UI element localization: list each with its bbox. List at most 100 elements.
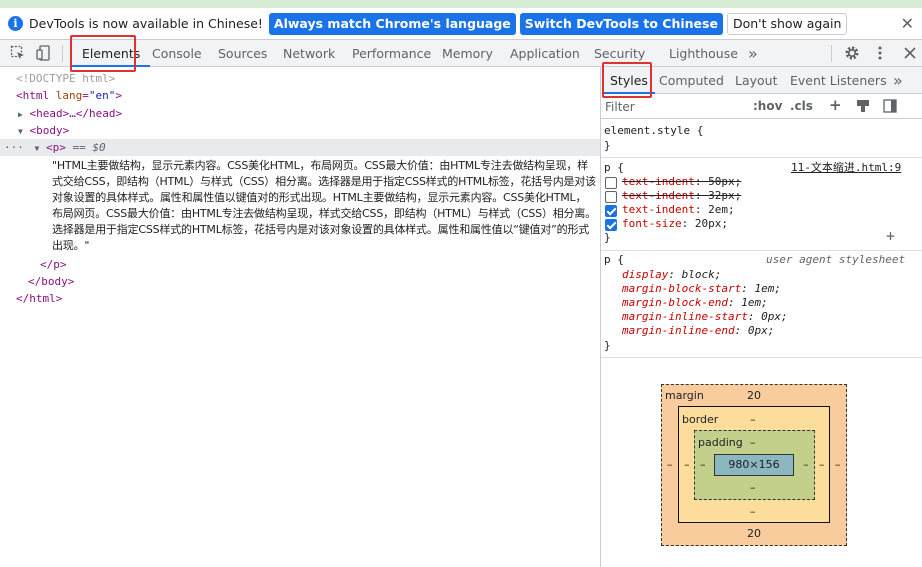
- author-p-rule[interactable]: p { 11-文本缩进.html:9 text-indent: 50px; te…: [601, 159, 922, 249]
- gear-icon[interactable]: [844, 45, 860, 61]
- source-link-text[interactable]: 11-文本缩进.html:9: [791, 161, 901, 174]
- match-language-button[interactable]: Always match Chrome's language: [268, 12, 516, 35]
- box-model-content[interactable]: 980×156: [714, 454, 794, 476]
- property-checkbox[interactable]: [605, 177, 617, 189]
- doctype-text: <!DOCTYPE html>: [16, 72, 116, 85]
- property-row[interactable]: text-indent: 32px;: [622, 189, 741, 203]
- padding-right-value[interactable]: –: [803, 458, 809, 471]
- kebab-menu-icon[interactable]: [872, 45, 888, 61]
- property-value: 20px: [694, 217, 722, 230]
- rule-divider: [601, 157, 922, 158]
- user-agent-p-rule[interactable]: p { user agent stylesheet display: block…: [601, 253, 922, 358]
- tab-console[interactable]: Console: [152, 40, 202, 67]
- property-value: 0px: [761, 310, 781, 323]
- doctype-node[interactable]: <!DOCTYPE html>: [16, 70, 115, 87]
- border-label: border: [682, 413, 719, 426]
- margin-bottom-value[interactable]: 20: [747, 527, 761, 540]
- paint-brush-icon[interactable]: [856, 99, 872, 115]
- margin-left-value[interactable]: –: [667, 458, 673, 471]
- tab-sources[interactable]: Sources: [218, 40, 267, 67]
- more-tabs-icon[interactable]: »: [748, 40, 758, 67]
- padding-left-value[interactable]: –: [700, 458, 706, 471]
- elements-dom-tree: <!DOCTYPE html> <html lang="en"> ▶ <head…: [0, 68, 600, 567]
- property-row[interactable]: text-indent: 50px;: [622, 175, 741, 189]
- collapse-triangle-icon[interactable]: ▼: [18, 127, 23, 136]
- property-row: margin-inline-start: 0px;: [622, 310, 788, 323]
- property-row: margin-inline-end: 0px;: [622, 324, 775, 337]
- property-checkbox[interactable]: [605, 205, 617, 217]
- border-bottom-value[interactable]: –: [750, 505, 756, 518]
- property-value: 1em: [741, 296, 762, 309]
- property-checkbox[interactable]: [605, 191, 617, 203]
- tab-network[interactable]: Network: [283, 40, 335, 67]
- new-rule-icon[interactable]: +: [829, 96, 842, 114]
- border-right-value[interactable]: –: [819, 458, 825, 471]
- selected-marker: == $0: [72, 141, 106, 154]
- property-name: font-size: [622, 217, 682, 230]
- tab-lighthouse[interactable]: Lighthouse: [669, 40, 738, 67]
- property-row[interactable]: font-size: 20px;: [622, 217, 728, 231]
- class-toggle[interactable]: .cls: [790, 99, 813, 113]
- p-tag: <p>: [45, 141, 66, 154]
- info-icon: i: [8, 16, 23, 31]
- border-top-value[interactable]: –: [750, 413, 756, 426]
- property-name: text-indent: [622, 203, 695, 216]
- property-row[interactable]: text-indent: 2em;: [622, 203, 735, 217]
- tab-performance[interactable]: Performance: [352, 40, 431, 67]
- add-property-icon[interactable]: +: [886, 229, 895, 244]
- expand-triangle-icon[interactable]: ▶: [18, 110, 23, 119]
- property-value: 0px: [747, 324, 768, 337]
- html-tag-close: >: [115, 89, 122, 102]
- element-style-rule[interactable]: element.style { }: [601, 122, 922, 156]
- body-node[interactable]: ▼ <body>: [18, 122, 69, 139]
- body-close-tag: </body>: [28, 275, 75, 288]
- device-toolbar-icon[interactable]: [36, 45, 52, 61]
- more-sidebar-tabs-icon[interactable]: »: [893, 67, 903, 94]
- border-left-value[interactable]: –: [684, 458, 690, 471]
- dont-show-again-button[interactable]: Don't show again: [726, 12, 848, 35]
- body-tag: <body>: [29, 124, 70, 137]
- tab-computed[interactable]: Computed: [659, 67, 724, 94]
- p-close-node[interactable]: </p>: [40, 256, 67, 273]
- property-name: margin-inline-start: [622, 310, 748, 323]
- tab-memory[interactable]: Memory: [442, 40, 493, 67]
- styles-tab-highlight-box: [602, 62, 652, 98]
- padding-top-value[interactable]: –: [750, 436, 756, 449]
- ellipsis-icon[interactable]: ···: [4, 141, 24, 154]
- html-close-node[interactable]: </html>: [16, 290, 62, 307]
- margin-top-value[interactable]: 20: [747, 389, 761, 402]
- property-value: 32px: [708, 189, 735, 202]
- devtools-main-toolbar: Elements Console Sources Network Perform…: [0, 40, 922, 67]
- property-row: margin-block-end: 1em;: [622, 296, 768, 309]
- source-link[interactable]: 11-文本缩进.html:9: [791, 161, 901, 175]
- padding-bottom-value[interactable]: –: [750, 481, 756, 494]
- rule-close-brace: }: [604, 231, 611, 244]
- p-node[interactable]: ··· ▼ <p> == $0: [4, 139, 106, 156]
- head-tag: <head>…</head>: [29, 107, 123, 120]
- tab-event-listeners[interactable]: Event Listeners: [790, 67, 887, 94]
- close-devtools-icon[interactable]: [902, 45, 918, 61]
- p-selector: p {: [604, 161, 624, 174]
- tab-layout[interactable]: Layout: [735, 67, 778, 94]
- hover-state-toggle[interactable]: :hov: [753, 99, 782, 113]
- property-name: text-indent: [622, 175, 695, 188]
- infobar-message: DevTools is now available in Chinese!: [29, 16, 263, 31]
- inspect-element-icon[interactable]: [10, 45, 26, 61]
- html-attr-value: "en": [88, 89, 116, 102]
- switch-to-chinese-button[interactable]: Switch DevTools to Chinese: [519, 12, 723, 35]
- toolbar-divider: [831, 45, 832, 62]
- toggle-sidebar-icon[interactable]: [883, 99, 899, 115]
- property-value: block: [681, 268, 715, 281]
- tab-application[interactable]: Application: [510, 40, 580, 67]
- collapse-triangle-icon[interactable]: ▼: [35, 144, 40, 153]
- body-close-node[interactable]: </body>: [28, 273, 74, 290]
- margin-right-value[interactable]: –: [835, 458, 841, 471]
- html-node[interactable]: <html lang="en">: [16, 87, 122, 104]
- close-icon[interactable]: ✕: [901, 14, 914, 33]
- property-checkbox[interactable]: [605, 219, 617, 231]
- head-node[interactable]: ▶ <head>…</head>: [18, 105, 122, 122]
- rule-divider: [601, 357, 922, 358]
- p-close-tag: </p>: [40, 258, 67, 271]
- filter-input[interactable]: [605, 98, 745, 115]
- p-text-node[interactable]: "HTML主要做结构，显示元素内容。CSS美化HTML，布局网页。CSS最大价值…: [52, 158, 597, 254]
